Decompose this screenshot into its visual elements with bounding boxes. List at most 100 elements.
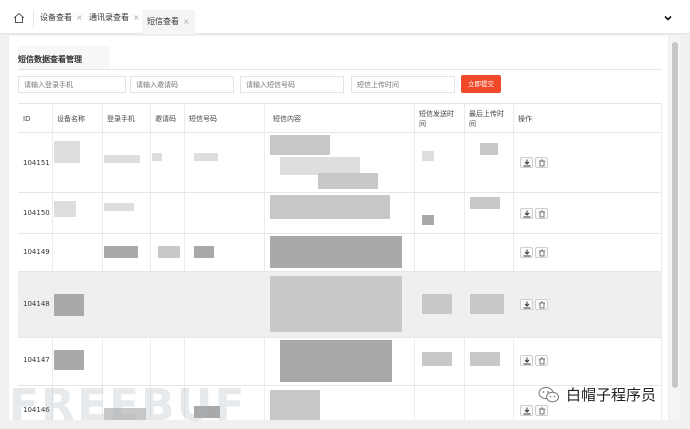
col-last-upload-time[interactable]: 最后上传时间 [464, 104, 510, 134]
redacted-cell [480, 143, 498, 155]
upload-time-input[interactable] [351, 76, 455, 93]
table-header: ID 设备名称 登录手机 邀请码 短信号码 短信内容 短信发送时间 最后上传时间… [18, 103, 662, 133]
redacted-cell [270, 195, 390, 219]
redacted-cell [54, 201, 76, 217]
row-actions [520, 208, 548, 219]
row-id: 104147 [23, 356, 50, 364]
redacted-cell [104, 203, 134, 211]
tab-contacts-label: 通讯录查看 [89, 13, 129, 22]
row-actions [520, 299, 548, 310]
row-id: 104150 [23, 209, 50, 217]
download-button[interactable] [520, 208, 533, 219]
redacted-cell [470, 197, 500, 209]
close-icon[interactable]: × [183, 17, 190, 26]
col-sms-content[interactable]: 短信内容 [268, 104, 410, 134]
redacted-cell [470, 352, 500, 366]
redacted-cell [422, 294, 452, 314]
wechat-badge: 白帽子程序员 [538, 384, 656, 405]
download-icon [523, 301, 530, 308]
redacted-cell [194, 246, 214, 258]
col-login-phone[interactable]: 登录手机 [102, 104, 150, 134]
redacted-cell [158, 246, 180, 258]
col-sms-number[interactable]: 短信号码 [184, 104, 264, 134]
close-icon[interactable]: × [133, 13, 140, 22]
trash-icon [538, 301, 545, 308]
home-icon[interactable] [13, 12, 25, 24]
row-actions [520, 247, 548, 258]
submit-button[interactable]: 立即提交 [461, 75, 501, 93]
col-device-name[interactable]: 设备名称 [52, 104, 102, 134]
row-id: 104149 [23, 248, 50, 256]
delete-button[interactable] [535, 208, 548, 219]
redacted-cell [270, 236, 402, 268]
redacted-cell [54, 141, 80, 163]
download-button[interactable] [520, 355, 533, 366]
col-invite-code[interactable]: 邀请码 [150, 104, 184, 134]
invite-code-input[interactable] [130, 76, 234, 93]
trash-icon [538, 210, 545, 217]
row-id: 104148 [23, 300, 50, 308]
redacted-cell [470, 294, 504, 314]
redacted-cell [270, 390, 320, 420]
close-icon[interactable]: × [76, 13, 83, 22]
redacted-cell [422, 352, 452, 366]
download-icon [523, 210, 530, 217]
redacted-cell [152, 153, 162, 161]
row-actions [520, 405, 548, 416]
delete-button[interactable] [535, 299, 548, 310]
table-row[interactable]: 104147 [18, 338, 662, 386]
download-icon [523, 159, 530, 166]
badge-text: 白帽子程序员 [566, 386, 657, 404]
col-id[interactable]: ID [18, 104, 52, 134]
download-icon [523, 407, 530, 414]
trash-icon [538, 407, 545, 414]
table-row[interactable]: 104149 [18, 234, 662, 272]
redacted-cell [104, 246, 138, 258]
redacted-cell [422, 215, 434, 225]
redacted-cell [194, 153, 218, 161]
download-button[interactable] [520, 299, 533, 310]
col-actions: 操作 [518, 115, 532, 123]
panel-title: 短信数据查看管理 [18, 55, 82, 64]
wechat-icon [538, 386, 559, 402]
delete-button[interactable] [535, 247, 548, 258]
delete-button[interactable] [535, 157, 548, 168]
table-row[interactable]: 104148 [18, 272, 662, 338]
login-phone-input[interactable] [18, 76, 126, 93]
sms-number-input[interactable] [240, 76, 344, 93]
trash-icon [538, 159, 545, 166]
scrollbar[interactable] [670, 36, 680, 420]
tab-contacts[interactable]: 通讯录查看 × [89, 12, 140, 32]
sms-panel: 短信数据查看管理 立即提交 ID 设备名称 登录手机 邀请码 短信号码 短信内容… [9, 36, 668, 420]
tab-sms[interactable]: 短信查看 × [142, 10, 195, 34]
download-button[interactable] [520, 405, 533, 416]
redacted-cell [318, 173, 378, 189]
table-row[interactable]: 104151 [18, 133, 662, 193]
col-send-time[interactable]: 短信发送时间 [414, 104, 460, 134]
tab-device[interactable]: 设备查看 × [40, 12, 83, 32]
tab-bar: 设备查看 × 通讯录查看 × 短信查看 × [0, 0, 690, 34]
redacted-cell [270, 135, 330, 155]
tab-sms-label: 短信查看 [147, 17, 179, 26]
redacted-cell [104, 155, 140, 163]
scrollbar-thumb[interactable] [672, 42, 678, 388]
trash-icon [538, 357, 545, 364]
delete-button[interactable] [535, 355, 548, 366]
download-icon [523, 249, 530, 256]
chevron-down-icon[interactable] [664, 14, 672, 22]
redacted-cell [422, 151, 434, 161]
redacted-cell [280, 340, 392, 382]
table-row[interactable]: 104150 [18, 193, 662, 234]
divider [18, 69, 662, 70]
row-actions [520, 355, 548, 366]
row-actions [520, 157, 548, 168]
row-id: 104151 [23, 159, 50, 167]
trash-icon [538, 249, 545, 256]
delete-button[interactable] [535, 405, 548, 416]
redacted-cell [270, 276, 402, 332]
tab-divider [33, 10, 34, 28]
redacted-cell [54, 294, 84, 316]
tab-device-label: 设备查看 [40, 13, 72, 22]
download-button[interactable] [520, 247, 533, 258]
download-button[interactable] [520, 157, 533, 168]
